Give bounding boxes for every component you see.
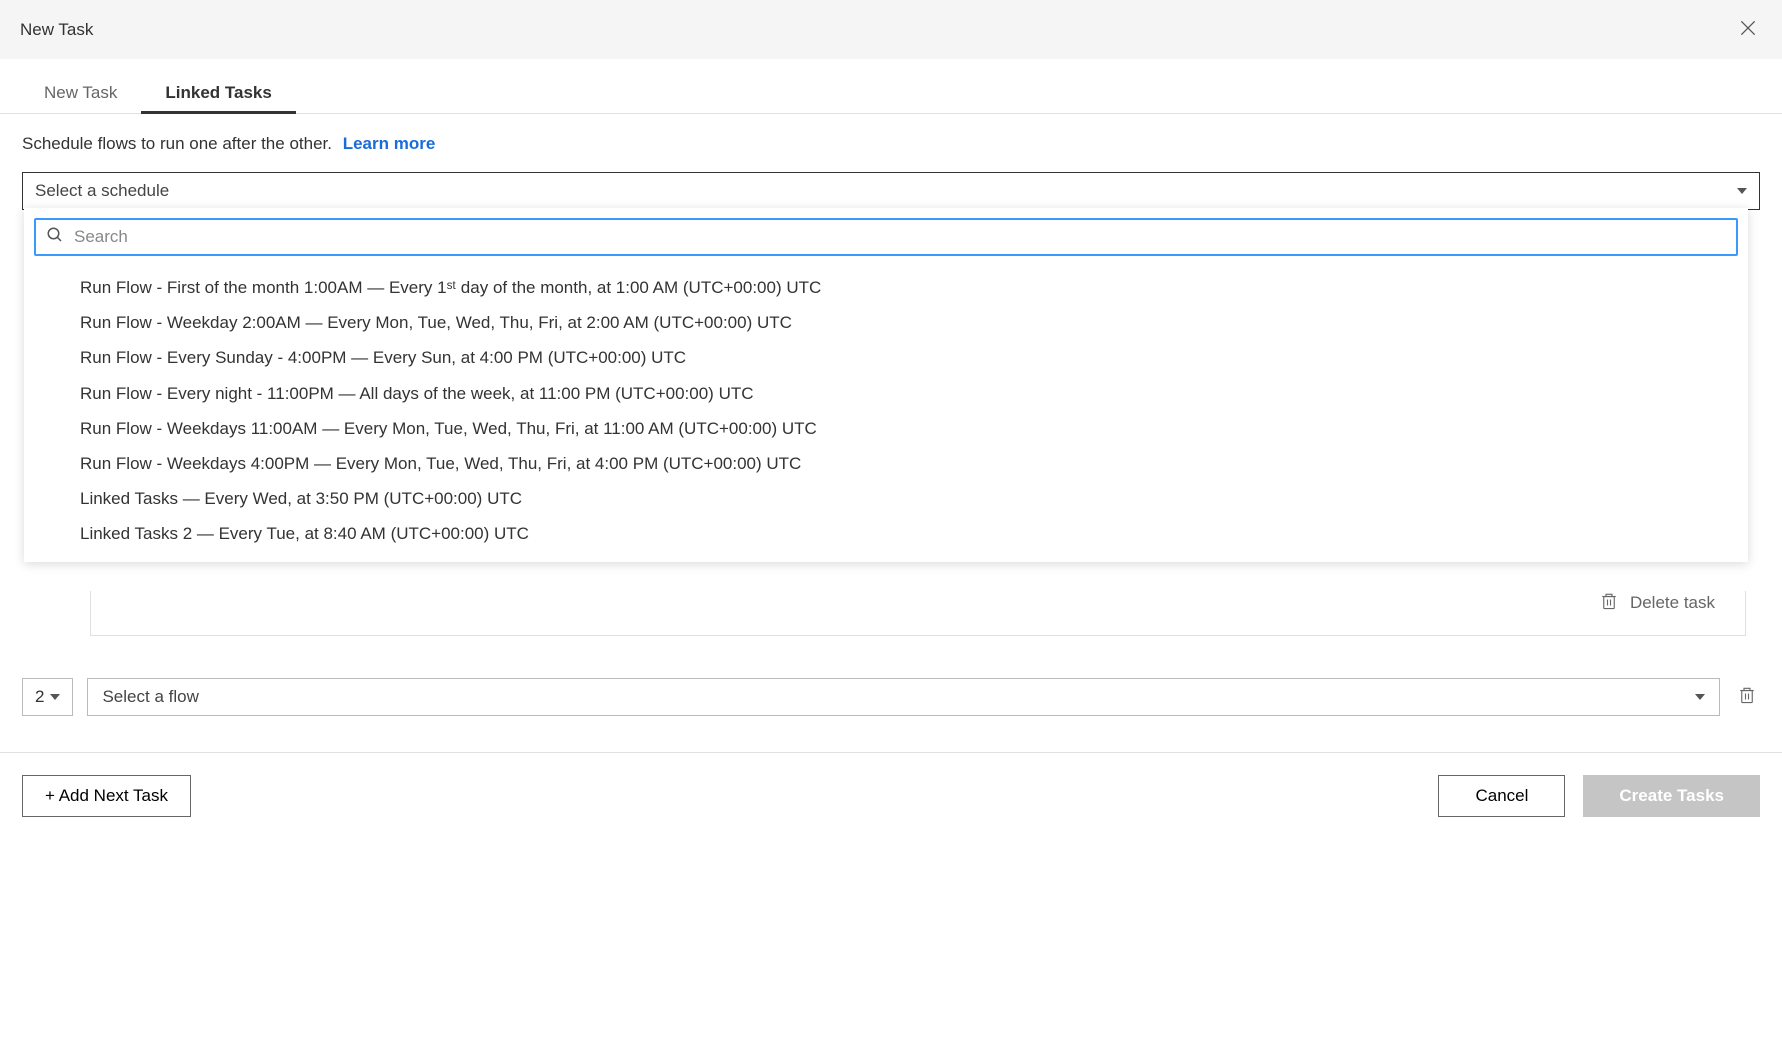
schedule-select-value: Select a schedule: [35, 181, 169, 201]
trash-icon: [1738, 685, 1756, 709]
step-number: 2: [35, 687, 44, 707]
step-number-selector[interactable]: 2: [22, 678, 73, 716]
trash-icon: [1600, 591, 1618, 615]
dialog-header: New Task: [0, 0, 1782, 59]
search-input[interactable]: [74, 227, 1726, 247]
close-button[interactable]: [1734, 14, 1762, 45]
new-task-dialog: New Task New Task Linked Tasks Schedule …: [0, 0, 1782, 839]
tabs: New Task Linked Tasks: [0, 73, 1782, 114]
schedule-select[interactable]: Select a schedule: [22, 172, 1760, 210]
chevron-down-icon: [1695, 694, 1705, 700]
cancel-button[interactable]: Cancel: [1438, 775, 1565, 817]
description-text: Schedule flows to run one after the othe…: [22, 134, 332, 153]
delete-task-label: Delete task: [1630, 593, 1715, 613]
search-icon: [46, 226, 64, 248]
create-tasks-button[interactable]: Create Tasks: [1583, 775, 1760, 817]
schedule-option[interactable]: Linked Tasks 2 — Every Tue, at 8:40 AM (…: [24, 516, 1748, 551]
dialog-body: Schedule flows to run one after the othe…: [0, 114, 1782, 656]
tab-new-task[interactable]: New Task: [20, 73, 141, 113]
flow-select[interactable]: Select a flow: [87, 678, 1720, 716]
search-wrap: [24, 208, 1748, 266]
close-icon: [1738, 18, 1758, 41]
schedule-option[interactable]: Run Flow - Every Sunday - 4:00PM — Every…: [24, 340, 1748, 375]
schedule-option[interactable]: Run Flow - Weekday 2:00AM — Every Mon, T…: [24, 305, 1748, 340]
schedule-options-list: Run Flow - First of the month 1:00AM — E…: [24, 266, 1748, 556]
schedule-dropdown-panel: Run Flow - First of the month 1:00AM — E…: [24, 208, 1748, 562]
delete-task-row[interactable]: Delete task: [90, 591, 1746, 636]
flow-step-row: 2 Select a flow: [22, 678, 1760, 716]
schedule-option[interactable]: Run Flow - First of the month 1:00AM — E…: [24, 270, 1748, 305]
dialog-footer: + Add Next Task Cancel Create Tasks: [0, 753, 1782, 839]
learn-more-link[interactable]: Learn more: [343, 134, 436, 153]
schedule-option[interactable]: Run Flow - Every night - 11:00PM — All d…: [24, 376, 1748, 411]
search-box[interactable]: [34, 218, 1738, 256]
schedule-option[interactable]: Run Flow - Weekdays 4:00PM — Every Mon, …: [24, 446, 1748, 481]
chevron-down-icon: [50, 694, 60, 700]
footer-actions: Cancel Create Tasks: [1438, 775, 1760, 817]
add-next-task-button[interactable]: + Add Next Task: [22, 775, 191, 817]
schedule-option[interactable]: Linked Tasks — Every Wed, at 3:50 PM (UT…: [24, 481, 1748, 516]
schedule-option[interactable]: Run Flow - Weekdays 11:00AM — Every Mon,…: [24, 411, 1748, 446]
schedule-description: Schedule flows to run one after the othe…: [22, 134, 1760, 154]
add-next-task-label: + Add Next Task: [45, 786, 168, 806]
dialog-title: New Task: [20, 20, 93, 40]
chevron-down-icon: [1737, 188, 1747, 194]
flow-select-value: Select a flow: [102, 687, 198, 707]
tab-linked-tasks[interactable]: Linked Tasks: [141, 73, 295, 113]
delete-flow-button[interactable]: [1734, 678, 1760, 716]
